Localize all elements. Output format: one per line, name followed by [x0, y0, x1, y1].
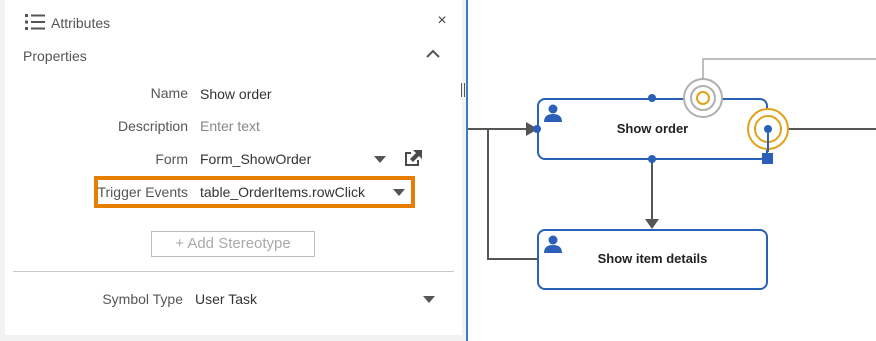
resize-handle[interactable]: [762, 153, 773, 164]
trigger-events-label: Trigger Events: [97, 184, 188, 200]
section-title-properties: Properties: [23, 48, 87, 64]
description-label: Description: [117, 118, 188, 134]
connection-point[interactable]: [648, 94, 656, 102]
description-field[interactable]: Enter text: [200, 118, 260, 134]
symbol-type-dropdown-arrow-icon[interactable]: [423, 296, 435, 303]
trigger-events-select[interactable]: table_OrderItems.rowClick: [200, 184, 365, 200]
attributes-panel-body: Attributes × Properties Name Show order …: [5, 0, 462, 335]
chevron-up-icon[interactable]: [425, 48, 441, 60]
add-stereotype-button[interactable]: + Add Stereotype: [151, 231, 315, 257]
boundary-event-icon[interactable]: [683, 78, 723, 118]
divider: [13, 271, 454, 272]
list-icon: [25, 14, 45, 30]
name-label: Name: [150, 85, 188, 101]
form-select[interactable]: Form_ShowOrder: [200, 151, 311, 167]
connection-point[interactable]: [648, 155, 656, 163]
panel-title: Attributes: [51, 15, 111, 31]
external-link-icon[interactable]: [402, 148, 424, 168]
symbol-type-label: Symbol Type: [102, 291, 183, 307]
symbol-type-select[interactable]: User Task: [195, 291, 257, 307]
attributes-panel: Attributes × Properties Name Show order …: [0, 0, 466, 341]
form-dropdown-arrow-icon[interactable]: [374, 156, 386, 163]
name-field[interactable]: Show order: [200, 86, 272, 102]
close-icon[interactable]: ×: [435, 13, 449, 29]
panel-header: Attributes ×: [5, 0, 462, 36]
form-label: Form: [155, 151, 188, 167]
diagram-canvas[interactable]: Show order Show item details: [468, 0, 876, 341]
trigger-events-dropdown-arrow-icon[interactable]: [393, 189, 405, 196]
connection-point[interactable]: [533, 125, 541, 133]
diagram-overlays: [533, 78, 789, 164]
